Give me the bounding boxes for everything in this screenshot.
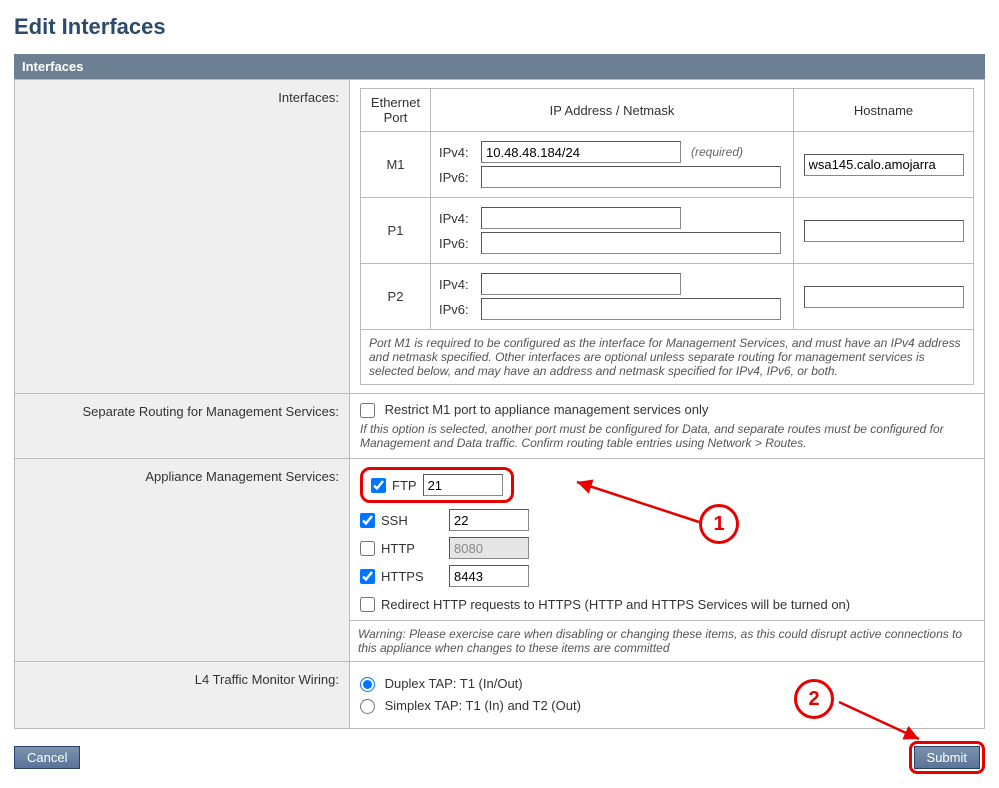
- page-container: Edit Interfaces Interfaces Interfaces: E…: [14, 14, 985, 774]
- p1-ipv4-input[interactable]: [481, 207, 681, 229]
- label-appliance-services: Appliance Management Services:: [15, 459, 350, 662]
- p2-ipv6-input[interactable]: [481, 298, 781, 320]
- port-row-p1: P1 IPv4: IPv6:: [361, 198, 974, 264]
- l4-simplex-radio[interactable]: [360, 699, 375, 714]
- label-interfaces: Interfaces:: [15, 80, 350, 394]
- p2-ipv6-label: IPv6:: [439, 302, 481, 317]
- https-label: HTTPS: [381, 569, 443, 584]
- ssh-port-input[interactable]: [449, 509, 529, 531]
- port-row-m1: M1 IPv4: (required) IPv6:: [361, 132, 974, 198]
- button-row: Cancel Submit: [14, 741, 985, 774]
- ssh-checkbox[interactable]: [360, 513, 375, 528]
- l4-simplex-label: Simplex TAP: T1 (In) and T2 (Out): [385, 698, 581, 713]
- label-separate-routing: Separate Routing for Management Services…: [15, 394, 350, 459]
- redirect-checkbox[interactable]: [360, 597, 375, 612]
- interfaces-table: Interfaces: Ethernet Port IP Address / N…: [14, 79, 985, 729]
- port-name-m1: M1: [361, 132, 431, 198]
- interfaces-content: Ethernet Port IP Address / Netmask Hostn…: [350, 80, 985, 394]
- p1-hostname-input[interactable]: [804, 220, 964, 242]
- redirect-label: Redirect HTTP requests to HTTPS (HTTP an…: [381, 597, 850, 612]
- https-port-input[interactable]: [449, 565, 529, 587]
- port-name-p1: P1: [361, 198, 431, 264]
- ftp-checkbox[interactable]: [371, 478, 386, 493]
- http-port-input[interactable]: [449, 537, 529, 559]
- m1-hostname-input[interactable]: [804, 154, 964, 176]
- p1-ipv4-label: IPv4:: [439, 211, 481, 226]
- col-header-ip: IP Address / Netmask: [431, 89, 794, 132]
- p1-ipv6-input[interactable]: [481, 232, 781, 254]
- submit-button[interactable]: Submit: [914, 746, 980, 769]
- ftp-label: FTP: [392, 478, 417, 493]
- restrict-m1-label: Restrict M1 port to appliance management…: [385, 402, 709, 417]
- m1-ipv6-label: IPv6:: [439, 170, 481, 185]
- ports-note: Port M1 is required to be configured as …: [361, 330, 974, 385]
- page-title: Edit Interfaces: [14, 14, 985, 40]
- l4-duplex-radio[interactable]: [360, 677, 375, 692]
- label-l4-wiring: L4 Traffic Monitor Wiring:: [15, 662, 350, 729]
- http-checkbox[interactable]: [360, 541, 375, 556]
- port-row-p2: P2 IPv4: IPv6:: [361, 264, 974, 330]
- p2-hostname-input[interactable]: [804, 286, 964, 308]
- routing-note: If this option is selected, another port…: [360, 422, 974, 450]
- restrict-m1-checkbox[interactable]: [360, 403, 375, 418]
- cancel-button[interactable]: Cancel: [14, 746, 80, 769]
- m1-ipv6-input[interactable]: [481, 166, 781, 188]
- col-header-host: Hostname: [794, 89, 974, 132]
- section-header-interfaces: Interfaces: [14, 54, 985, 79]
- p2-ipv4-label: IPv4:: [439, 277, 481, 292]
- ports-table: Ethernet Port IP Address / Netmask Hostn…: [360, 88, 974, 385]
- m1-ipv4-input[interactable]: [481, 141, 681, 163]
- p1-ipv6-label: IPv6:: [439, 236, 481, 251]
- highlight-submit: Submit: [909, 741, 985, 774]
- p2-ipv4-input[interactable]: [481, 273, 681, 295]
- l4-duplex-label: Duplex TAP: T1 (In/Out): [385, 676, 523, 691]
- port-name-p2: P2: [361, 264, 431, 330]
- http-label: HTTP: [381, 541, 443, 556]
- services-warning: Warning: Please exercise care when disab…: [350, 620, 984, 661]
- m1-required-hint: (required): [691, 145, 743, 159]
- m1-ipv4-label: IPv4:: [439, 145, 481, 160]
- col-header-port: Ethernet Port: [361, 89, 431, 132]
- https-checkbox[interactable]: [360, 569, 375, 584]
- ftp-port-input[interactable]: [423, 474, 503, 496]
- ssh-label: SSH: [381, 513, 443, 528]
- highlight-ftp: FTP: [360, 467, 514, 503]
